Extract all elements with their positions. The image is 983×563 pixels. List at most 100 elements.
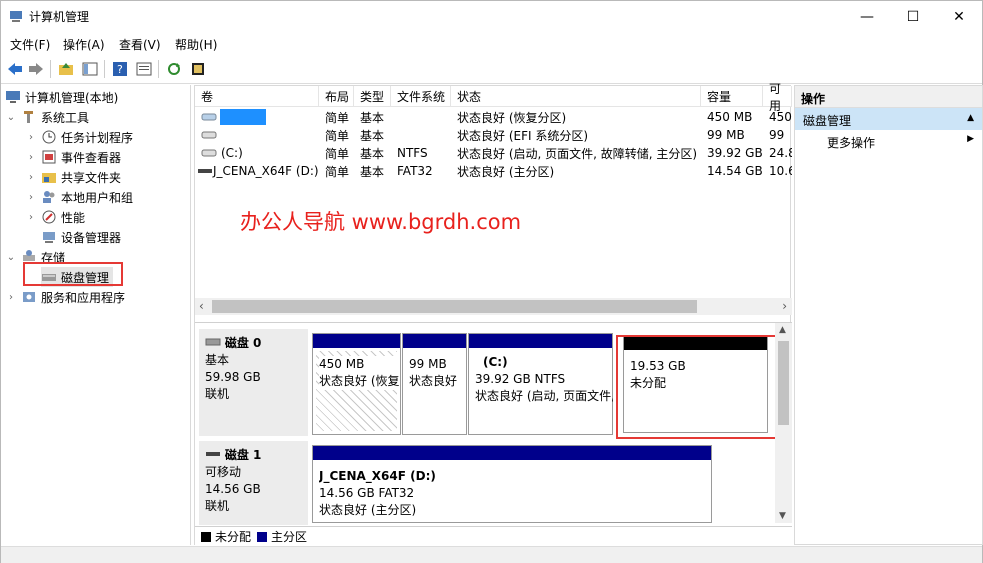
svg-text:?: ?: [117, 63, 123, 76]
tree-services[interactable]: › 服务和应用程序: [5, 287, 125, 307]
scroll-up-icon[interactable]: ▲: [779, 325, 786, 335]
toolbar: ?: [1, 54, 982, 84]
disk-kind: 基本: [205, 353, 230, 367]
tree-label: 性能: [61, 210, 86, 225]
scroll-right-icon[interactable]: ›: [782, 299, 787, 313]
removable-drive-icon: [198, 169, 212, 173]
tree-label: 共享文件夹: [61, 170, 122, 185]
table-cell: 状态良好 (启动, 页面文件, 故障转储, 主分区): [457, 146, 698, 161]
maximize-button[interactable]: ☐: [890, 1, 936, 32]
action-label: 磁盘管理: [803, 114, 852, 128]
scrollbar-thumb[interactable]: [778, 341, 789, 425]
action-disk-management[interactable]: 磁盘管理 ▲: [795, 108, 982, 130]
partition-d[interactable]: J_CENA_X64F (D:) 14.56 GB FAT32 状态良好 (主分区): [312, 445, 712, 523]
legend: 未分配 主分区: [195, 526, 792, 546]
table-cell: 状态良好 (EFI 系统分区): [457, 128, 589, 143]
tree-task-scheduler[interactable]: › 任务计划程序: [25, 127, 133, 147]
more-actions-item[interactable]: 更多操作 ▶: [795, 130, 982, 152]
partition-c[interactable]: (C:) 39.92 GB NTFS 状态良好 (启动, 页面文件,: [468, 333, 613, 435]
menu-file[interactable]: 文件(F): [10, 36, 50, 53]
back-arrow-icon[interactable]: [5, 59, 25, 79]
console-tree-icon[interactable]: [80, 59, 100, 79]
disk-settings-icon[interactable]: [188, 59, 208, 79]
partition-recovery[interactable]: 450 MB 状态良好 (恢复: [312, 333, 401, 435]
table-cell: 99: [769, 128, 785, 142]
tree-performance[interactable]: › 性能: [25, 207, 85, 227]
disk-state: 联机: [205, 499, 230, 513]
disk1-label[interactable]: 磁盘 1 可移动 14.56 GB 联机: [199, 441, 308, 525]
table-cell: 99 MB: [707, 128, 745, 142]
properties-icon[interactable]: [134, 59, 154, 79]
horizontal-scrollbar[interactable]: ‹ ›: [195, 298, 792, 315]
shared-folder-icon: [41, 169, 57, 185]
users-icon: [41, 189, 57, 205]
chevron-right-icon[interactable]: ›: [25, 172, 37, 183]
up-folder-icon[interactable]: [56, 59, 76, 79]
menu-help[interactable]: 帮助(H): [175, 36, 217, 53]
chevron-down-icon[interactable]: ⌄: [5, 252, 17, 263]
tree-label: 设备管理器: [61, 230, 122, 245]
chevron-down-icon[interactable]: ⌄: [5, 112, 17, 123]
forward-arrow-icon[interactable]: [26, 59, 46, 79]
removable-disk-icon: [206, 452, 220, 456]
legend-label: 未分配: [215, 530, 252, 544]
chevron-right-icon[interactable]: ›: [25, 132, 37, 143]
minimize-button[interactable]: —: [844, 1, 890, 32]
drive-icon: [201, 113, 217, 121]
column-header[interactable]: 可用: [763, 82, 792, 113]
menu-view[interactable]: 查看(V): [119, 36, 161, 53]
status-bar: [1, 546, 982, 563]
tree-root[interactable]: 计算机管理(本地): [5, 87, 118, 107]
tree-device-manager[interactable]: 设备管理器: [41, 227, 121, 247]
column-header[interactable]: 文件系统: [391, 86, 451, 107]
table-cell: 10.6: [769, 164, 792, 178]
tree-shared-folders[interactable]: › 共享文件夹: [25, 167, 121, 187]
chevron-right-icon[interactable]: ›: [25, 192, 37, 203]
scroll-down-icon[interactable]: ▼: [779, 511, 786, 521]
table-cell: 39.92 GB: [707, 146, 763, 160]
column-header[interactable]: 布局: [319, 86, 354, 107]
table-cell: 简单: [325, 110, 350, 125]
column-header[interactable]: 状态: [451, 86, 701, 107]
menu-action[interactable]: 操作(A): [63, 36, 105, 53]
center-pane: 卷 布局 类型 文件系统 状态 容量 可用 简单 基本 状态良好 (恢复分区) …: [194, 82, 792, 546]
scroll-left-icon[interactable]: ‹: [199, 299, 204, 313]
table-cell: [391, 108, 451, 126]
help-icon[interactable]: ?: [110, 59, 130, 79]
column-header[interactable]: 容量: [701, 86, 763, 107]
table-row[interactable]: (C:) 简单 基本 NTFS 状态良好 (启动, 页面文件, 故障转储, 主分…: [195, 144, 792, 162]
column-header[interactable]: 类型: [354, 86, 391, 107]
table-row[interactable]: 简单 基本 状态良好 (恢复分区) 450 MB 450: [195, 108, 792, 126]
table-row[interactable]: J_CENA_X64F (D:) 简单 基本 FAT32 状态良好 (主分区) …: [195, 162, 792, 180]
vertical-scrollbar[interactable]: ▲ ▼: [775, 323, 792, 523]
tree-system-tools[interactable]: ⌄ 系统工具: [5, 107, 89, 127]
redacted-volume-name: [220, 109, 266, 125]
actions-pane: 操作 磁盘管理 ▲ 更多操作 ▶: [794, 85, 983, 545]
refresh-icon[interactable]: [164, 59, 184, 79]
tree-label: 任务计划程序: [61, 130, 134, 145]
volume-name: (C:): [221, 146, 243, 160]
chevron-right-icon[interactable]: ›: [5, 292, 17, 303]
close-button[interactable]: ✕: [936, 1, 982, 32]
table-cell: FAT32: [397, 164, 433, 178]
tree-label: 本地用户和组: [61, 190, 134, 205]
column-header[interactable]: 卷: [195, 86, 319, 107]
chevron-right-icon[interactable]: ›: [25, 152, 37, 163]
table-cell: 状态良好 (主分区): [457, 164, 555, 179]
disk-name: 磁盘 0: [224, 336, 262, 350]
chevron-right-icon[interactable]: ›: [25, 212, 37, 223]
partition-efi[interactable]: 99 MB 状态良好: [402, 333, 467, 435]
highlight-box: [23, 262, 123, 286]
tree-label: 服务和应用程序: [41, 290, 126, 305]
scrollbar-thumb[interactable]: [212, 300, 697, 313]
tree-local-users[interactable]: › 本地用户和组: [25, 187, 133, 207]
disk-size: 14.56 GB: [205, 482, 261, 496]
table-cell: 基本: [360, 146, 385, 161]
table-cell: NTFS: [397, 146, 428, 160]
table-cell: 简单: [325, 128, 350, 143]
collapse-arrow-icon[interactable]: ▲: [967, 113, 974, 123]
tree-event-viewer[interactable]: › 事件查看器: [25, 147, 121, 167]
action-label: 更多操作: [827, 136, 876, 150]
disk0-label[interactable]: 磁盘 0 基本 59.98 GB 联机: [199, 329, 308, 436]
table-row[interactable]: 简单 基本 状态良好 (EFI 系统分区) 99 MB 99: [195, 126, 792, 144]
